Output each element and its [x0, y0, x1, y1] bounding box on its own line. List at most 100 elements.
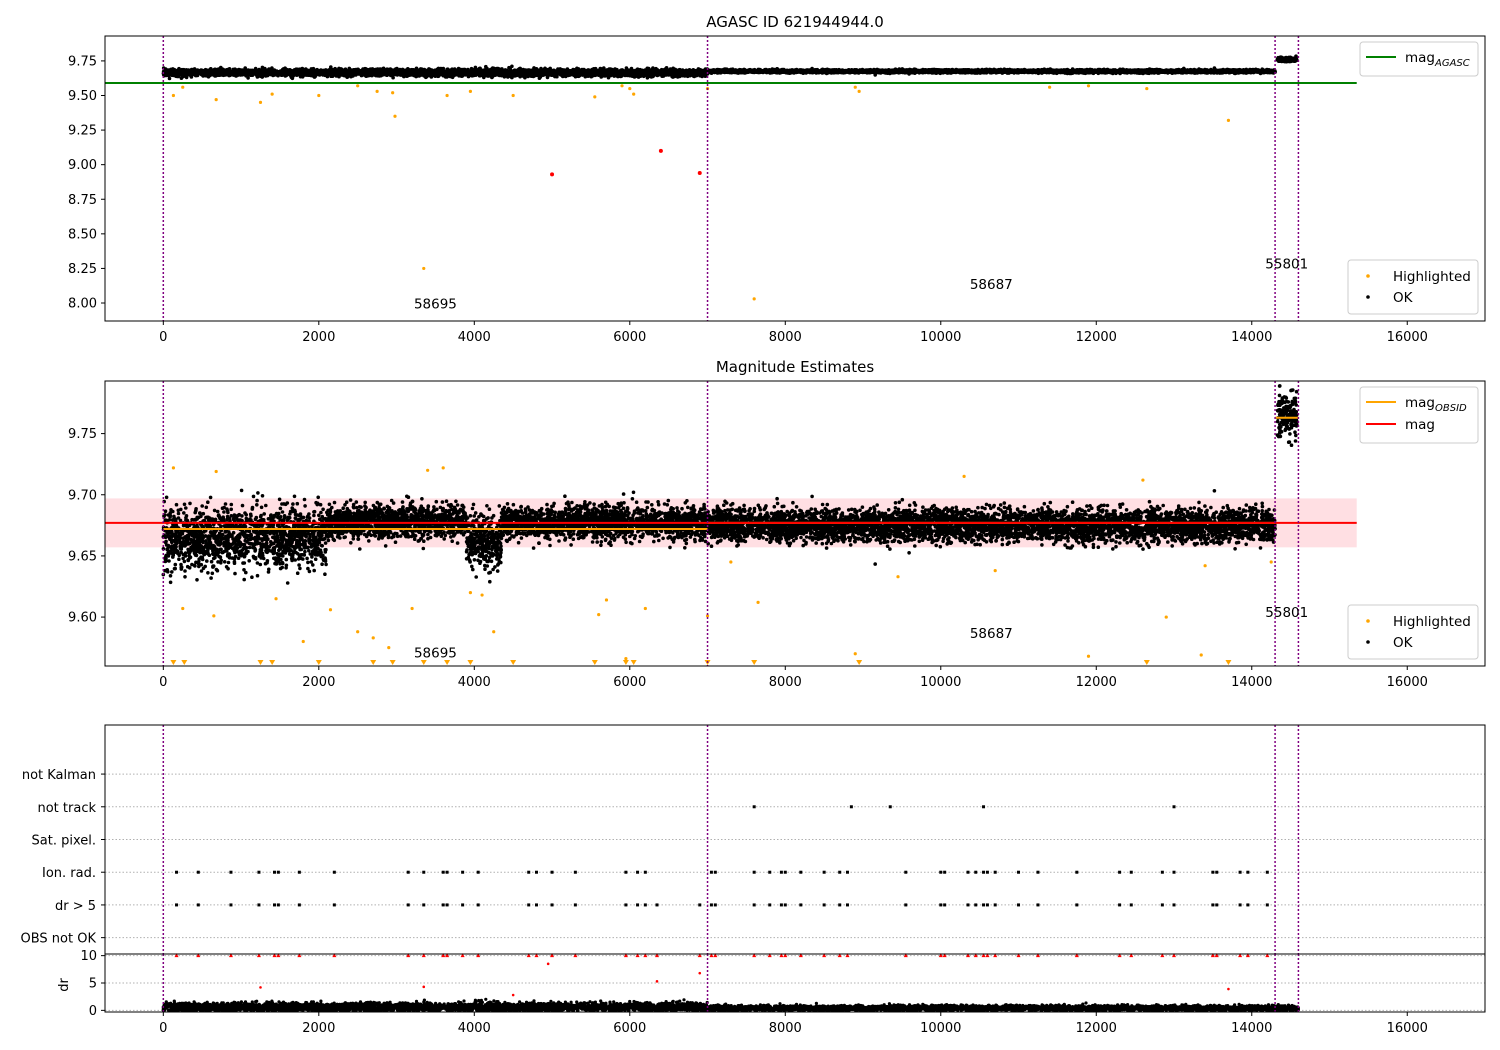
ok-point — [396, 72, 401, 76]
plot-background — [105, 36, 1485, 321]
ok-point — [271, 73, 275, 78]
ok-point — [280, 71, 285, 75]
ok-point — [527, 69, 531, 74]
ok-point — [564, 70, 569, 75]
ok-point — [181, 71, 185, 76]
ok-point — [341, 73, 346, 77]
ok-point — [351, 69, 356, 74]
ok-point — [619, 72, 624, 77]
ok-point — [308, 70, 312, 74]
ok-point — [672, 74, 676, 78]
ok-point — [546, 67, 551, 72]
ok-point — [348, 71, 352, 76]
ok-point — [472, 73, 477, 78]
ok-point — [480, 72, 485, 76]
ok-point — [507, 65, 511, 70]
ok-point — [427, 71, 431, 75]
ok-point — [627, 69, 631, 73]
ok-point — [173, 69, 177, 74]
ok-point — [212, 67, 217, 72]
ok-point — [202, 70, 207, 74]
ok-point — [594, 71, 599, 76]
ok-point — [421, 70, 426, 75]
ok-point — [572, 68, 577, 72]
ok-point — [589, 69, 594, 74]
ok-point — [230, 70, 235, 74]
ok-point — [644, 71, 649, 75]
ok-point — [464, 71, 469, 75]
ok-point — [207, 69, 212, 73]
ok-point — [611, 71, 615, 76]
ok-point — [265, 72, 269, 77]
ok-point — [679, 71, 683, 75]
ok-point — [537, 70, 542, 74]
ok-point — [215, 67, 220, 72]
ok-point — [433, 70, 438, 75]
ok-point — [388, 71, 392, 76]
ok-point — [684, 71, 689, 75]
ok-point — [191, 67, 195, 72]
ok-point — [255, 74, 260, 79]
ok-point — [694, 73, 699, 78]
ok-point — [169, 70, 173, 75]
ok-point — [179, 68, 184, 73]
ok-point — [304, 71, 309, 75]
ok-point — [309, 73, 314, 78]
ok-point — [637, 70, 642, 74]
ok-point — [552, 71, 556, 76]
ok-point — [404, 70, 408, 74]
ok-point — [625, 73, 630, 78]
ok-point — [580, 73, 585, 77]
ok-point — [585, 72, 589, 76]
ok-point — [214, 72, 218, 76]
ok-point — [387, 68, 392, 72]
ok-point — [678, 67, 682, 72]
ok-point — [542, 68, 547, 72]
ok-point — [616, 70, 621, 75]
ok-point — [246, 71, 251, 75]
figure: 5869558687558010 2000 4000 6000 8000 10000 120… — [21, 13, 1486, 1036]
ok-point — [537, 76, 542, 80]
ok-point — [301, 70, 305, 75]
ok-point — [573, 71, 577, 75]
ok-point — [468, 71, 473, 75]
ok-point — [661, 74, 666, 78]
ok-point — [342, 69, 346, 74]
ok-point — [425, 74, 429, 79]
ok-point — [284, 71, 289, 75]
ok-point — [605, 69, 609, 73]
ok-point — [171, 67, 175, 71]
ok-point — [608, 73, 612, 77]
ok-point — [482, 68, 487, 72]
ok-point — [272, 68, 277, 72]
ok-point — [246, 76, 250, 80]
ok-point — [330, 73, 335, 77]
ok-point — [641, 72, 646, 77]
ok-point — [650, 70, 654, 74]
ok-point — [329, 65, 333, 69]
ok-point — [602, 72, 607, 76]
ok-point — [649, 75, 654, 79]
ok-point — [253, 70, 257, 74]
ok-point — [381, 66, 386, 71]
ok-point — [520, 70, 525, 74]
ok-point — [614, 73, 619, 78]
ok-point — [222, 71, 227, 75]
ok-point — [347, 66, 352, 71]
ok-point — [495, 67, 499, 72]
ok-point — [357, 69, 362, 73]
ok-point — [489, 67, 493, 72]
ok-point — [373, 69, 378, 74]
ok-point — [206, 73, 211, 77]
ok-point — [381, 72, 386, 76]
ok-point — [528, 73, 532, 78]
ok-point — [407, 72, 411, 77]
ok-point — [164, 69, 169, 73]
agasc-magnitude-panel: 5869558687558010 2000 4000 6000 8000 10000 120… — [68, 13, 1486, 345]
ok-point — [439, 72, 443, 76]
ok-point — [324, 71, 329, 75]
ok-point — [283, 74, 288, 78]
ok-point — [500, 69, 505, 74]
ok-point — [696, 70, 701, 74]
ok-point — [543, 71, 548, 76]
